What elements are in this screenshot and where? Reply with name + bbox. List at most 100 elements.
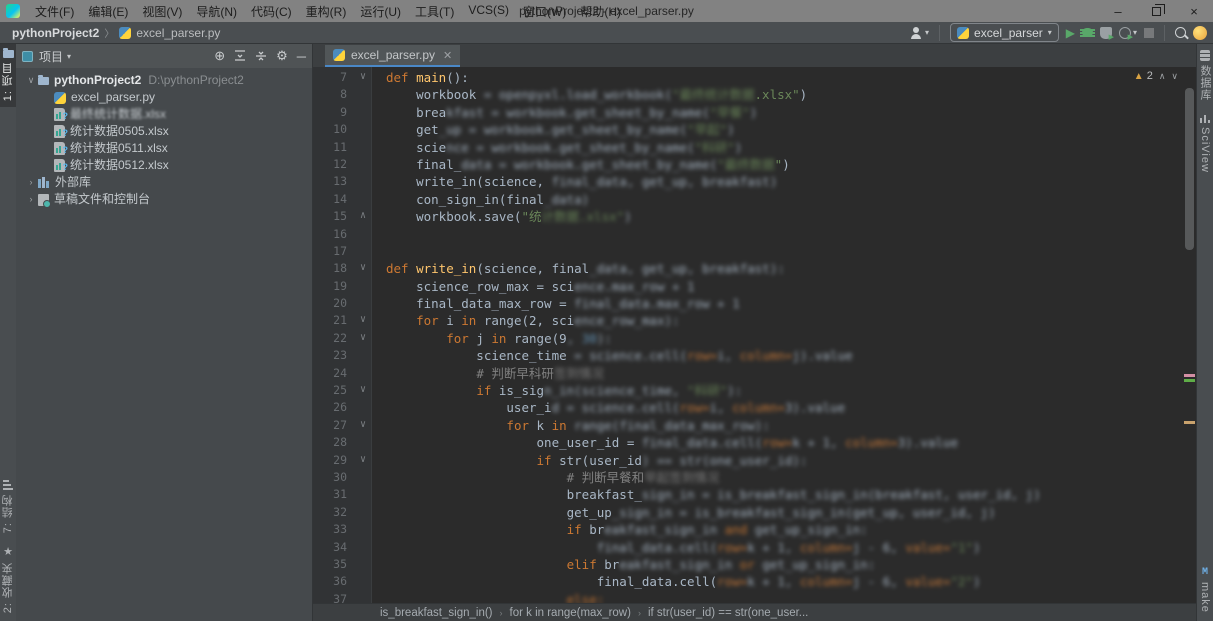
tool-window-button-2-[interactable]: ★2: 收藏夹 (0, 539, 16, 619)
expand-collapse-icon[interactable] (255, 50, 267, 62)
fold-marker-icon[interactable]: ∨ (355, 312, 372, 329)
line-number: 8 (313, 86, 355, 103)
breadcrumb-item-2[interactable]: if str(user_id) == str(one_user... (645, 607, 811, 619)
hide-icon[interactable]: ─ (297, 49, 306, 64)
next-warning-icon[interactable]: ∨ (1171, 71, 1178, 82)
close-icon[interactable]: ✕ (443, 49, 452, 62)
project-panel: 项目 ▾ ⊕ ⚙ ─ ∨pythonProject2D:\pythonProje… (16, 44, 313, 621)
notification-icon[interactable] (1193, 26, 1207, 40)
close-button[interactable]: × (1175, 0, 1213, 22)
menu-item-3[interactable]: 导航(N) (189, 1, 244, 22)
excel-file-icon (54, 159, 65, 172)
menu-item-4[interactable]: 代码(C) (244, 1, 299, 22)
tool-window-button-1-[interactable]: 1: 项目 (0, 44, 16, 107)
gear-icon[interactable]: ⚙ (276, 48, 288, 64)
breadcrumb-item-1[interactable]: for k in range(max_row) (507, 607, 634, 619)
breadcrumb-file[interactable]: excel_parser.py (136, 26, 220, 40)
tree-row-file-4[interactable]: 统计数据0512.xlsx (16, 157, 312, 174)
tree-row-root[interactable]: ∨pythonProject2D:\pythonProject2 (16, 72, 312, 89)
project-panel-title[interactable]: 项目 (39, 48, 63, 65)
menu-item-5[interactable]: 重构(R) (299, 1, 354, 22)
profiler-button[interactable]: ▾ (1119, 27, 1137, 39)
line-number: 22 (313, 330, 355, 347)
code-text: final_data = workbook.get_sheet_by_name(… (372, 156, 790, 173)
chevron-down-icon[interactable]: ▾ (67, 52, 71, 61)
locate-icon[interactable]: ⊕ (214, 48, 225, 64)
project-root-path: D:\pythonProject2 (148, 72, 243, 89)
fold-marker-icon[interactable]: ∨ (355, 417, 372, 434)
fold-marker-icon[interactable]: ∨ (355, 330, 372, 347)
fold-gutter (355, 139, 372, 156)
menu-item-2[interactable]: 视图(V) (135, 1, 189, 22)
tool-window-button--[interactable]: 数据库 (1197, 44, 1213, 107)
scrollbar-thumb[interactable] (1185, 88, 1194, 250)
restore-button[interactable] (1137, 0, 1175, 22)
restore-icon (1152, 7, 1161, 16)
tree-row-external-libraries[interactable]: ›外部库 (16, 174, 312, 191)
project-panel-icon (22, 51, 33, 62)
run-config-selector[interactable]: excel_parser ▾ (950, 23, 1059, 42)
line-number: 29 (313, 452, 355, 469)
editor-scrollbar[interactable] (1183, 67, 1196, 603)
fold-marker-icon[interactable]: ∨ (355, 69, 372, 86)
code-line: 21∨ for i in range(2, science_row_max): (313, 312, 1196, 329)
tree-row-file-0[interactable]: excel_parser.py (16, 89, 312, 106)
menu-item-6[interactable]: 运行(U) (353, 1, 408, 22)
window-title: pythonProject2 - excel_parser.py (519, 4, 694, 18)
code-text: def main(): (372, 69, 469, 86)
tool-window-button-make[interactable]: Mmake (1199, 561, 1211, 619)
code-text: final_data.cell(row=k + 1, column=j - 6,… (372, 573, 981, 590)
coverage-button[interactable] (1100, 27, 1112, 39)
collapse-all-icon[interactable] (234, 50, 246, 62)
profiler-icon (1119, 27, 1131, 39)
breadcrumb-item-0[interactable]: is_breakfast_sign_in() (377, 607, 496, 619)
tool-window-button-SciView[interactable]: SciView (1197, 107, 1213, 179)
code-text: science_row_max = science.max_row + 1 (372, 278, 695, 295)
fold-gutter (355, 504, 372, 521)
chevron-down-icon: ▾ (1133, 28, 1137, 37)
code-line: 24 # 判断早科研签到情况 (313, 365, 1196, 382)
code-editor[interactable]: 7∨def main():8 workbook = openpyxl.load_… (313, 67, 1196, 603)
chevron-expanded-icon[interactable]: ∨ (24, 72, 38, 89)
project-tree: ∨pythonProject2D:\pythonProject2excel_pa… (16, 68, 312, 621)
line-number: 19 (313, 278, 355, 295)
fold-gutter (355, 486, 372, 503)
chevron-collapsed-icon[interactable]: › (24, 174, 38, 191)
tree-row-file-3[interactable]: 统计数据0511.xlsx (16, 140, 312, 157)
user-menu[interactable]: ▾ (910, 27, 929, 39)
fold-marker-icon[interactable]: ∧ (355, 208, 372, 225)
menu-item-8[interactable]: VCS(S) (461, 1, 516, 22)
prev-warning-icon[interactable]: ∧ (1159, 71, 1166, 82)
fold-marker-icon[interactable]: ∨ (355, 452, 372, 469)
code-text: if is_sign_in(science_time, "科研"): (372, 382, 742, 399)
debug-button[interactable] (1082, 28, 1093, 37)
tree-row-file-2[interactable]: 统计数据0505.xlsx (16, 123, 312, 140)
line-number: 18 (313, 260, 355, 277)
python-file-icon (333, 49, 345, 61)
run-button[interactable]: ▶ (1066, 27, 1075, 39)
code-text (372, 243, 386, 260)
fold-marker-icon[interactable]: ∨ (355, 260, 372, 277)
tool-window-button-7-[interactable]: 7: 结构 (0, 474, 16, 539)
chevron-collapsed-icon[interactable]: › (24, 191, 38, 208)
minimize-button[interactable]: – (1099, 0, 1137, 22)
fold-gutter (355, 86, 372, 103)
inspections-widget[interactable]: ▲2 ∧ ∨ (1134, 70, 1178, 82)
code-text: breakfast = workbook.get_sheet_by_name("… (372, 104, 757, 121)
search-icon[interactable] (1175, 27, 1186, 38)
menu-item-1[interactable]: 编辑(E) (81, 1, 135, 22)
right-tool-strip: 数据库SciView Mmake (1196, 44, 1213, 621)
tree-row-scratches[interactable]: ›草稿文件和控制台 (16, 191, 312, 208)
fold-gutter (355, 399, 372, 416)
fold-gutter (355, 347, 372, 364)
fold-marker-icon[interactable]: ∨ (355, 382, 372, 399)
code-text: workbook = openpyxl.load_workbook("最终统计数… (372, 86, 807, 103)
tree-row-file-1[interactable]: 最终统计数据.xlsx (16, 106, 312, 123)
menu-item-0[interactable]: 文件(F) (28, 1, 81, 22)
chevron-down-icon: ▾ (1048, 28, 1052, 37)
breadcrumb-project[interactable]: pythonProject2 (12, 26, 99, 40)
tab-excel-parser[interactable]: excel_parser.py ✕ (325, 45, 460, 67)
menu-item-7[interactable]: 工具(T) (408, 1, 461, 22)
fold-gutter (355, 191, 372, 208)
python-file-icon (54, 92, 66, 104)
